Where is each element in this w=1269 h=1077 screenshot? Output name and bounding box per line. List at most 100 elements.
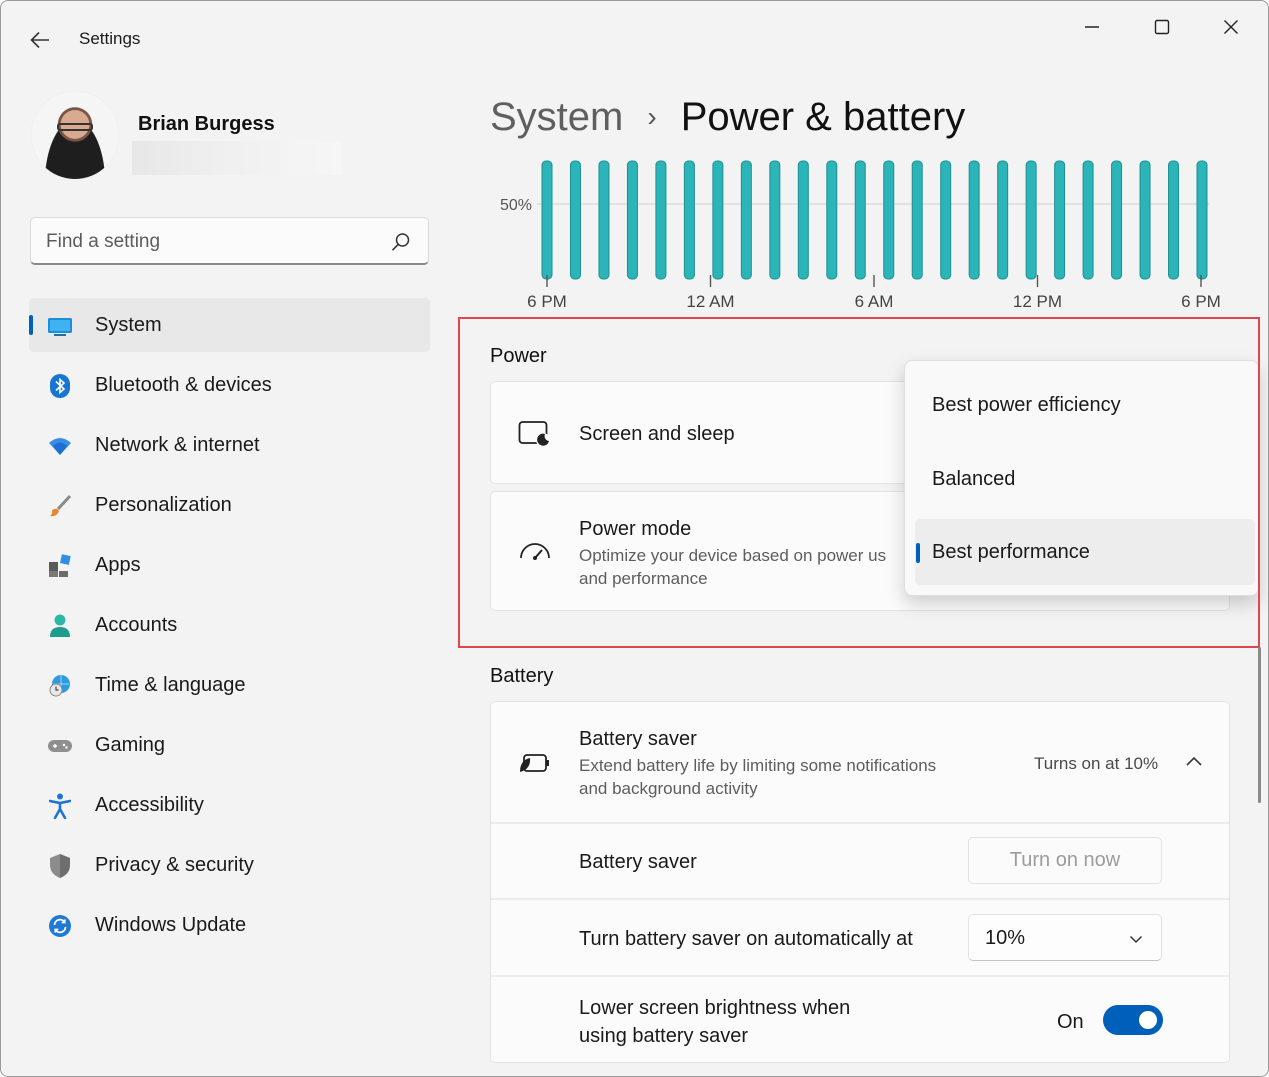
apps-icon [47, 553, 73, 579]
maximize-icon [1154, 19, 1170, 35]
x-tick-label: 12 PM [1013, 292, 1062, 311]
chart-bar [542, 161, 552, 279]
sidebar-item-label: Time & language [95, 674, 245, 697]
close-button[interactable] [1208, 11, 1254, 43]
chart-bar [684, 161, 694, 279]
sidebar-item-accessibility[interactable]: Accessibility [29, 778, 430, 832]
sidebar-item-label: Windows Update [95, 914, 246, 937]
sidebar-item-windows-update[interactable]: Windows Update [29, 898, 430, 952]
lower-brightness-label-line2: using battery saver [579, 1025, 748, 1048]
person-icon [47, 613, 73, 639]
sidebar-item-label: Accessibility [95, 794, 204, 817]
x-tick-label: 6 AM [855, 292, 894, 311]
title-bar: Settings [1, 1, 1268, 79]
breadcrumb-separator: › [647, 101, 656, 133]
sidebar-nav: System Bluetooth & devices Network & int… [29, 298, 430, 958]
sidebar-item-label: Privacy & security [95, 854, 254, 877]
maximize-button[interactable] [1139, 11, 1185, 43]
sidebar-item-privacy[interactable]: Privacy & security [29, 838, 430, 892]
sidebar-item-label: Apps [95, 554, 141, 577]
globe-clock-icon [47, 673, 73, 699]
sidebar-item-personalization[interactable]: Personalization [29, 478, 430, 532]
avatar-glasses-shape [57, 123, 93, 131]
chart-bar [741, 161, 751, 279]
minimize-icon [1084, 19, 1100, 35]
battery-usage-chart: 50% 6 PM 12 AM 6 AM 12 PM 6 PM [490, 156, 1230, 316]
shield-icon [47, 853, 73, 879]
minimize-button[interactable] [1069, 11, 1115, 43]
sidebar-item-system[interactable]: System [29, 298, 430, 352]
scrollbar[interactable] [1258, 647, 1261, 803]
profile-name: Brian Burgess [138, 113, 275, 136]
avatar[interactable] [31, 91, 119, 179]
sidebar-item-bluetooth[interactable]: Bluetooth & devices [29, 358, 430, 412]
app-title: Settings [79, 29, 140, 49]
select-value: 10% [985, 927, 1025, 950]
profile-email-redacted [132, 141, 342, 175]
sidebar-item-accounts[interactable]: Accounts [29, 598, 430, 652]
monitor-icon [47, 313, 73, 339]
chart-bar [1140, 161, 1150, 279]
chart-bar [1169, 161, 1179, 279]
chevron-down-icon [1129, 932, 1143, 946]
sidebar-item-network[interactable]: Network & internet [29, 418, 430, 472]
chart-bar [627, 161, 637, 279]
chevron-up-icon[interactable] [1185, 755, 1203, 767]
auto-threshold-label: Turn battery saver on automatically at [579, 928, 913, 951]
battery-saver-desc-line2: and background activity [579, 777, 758, 800]
back-button[interactable] [23, 23, 57, 57]
battery-saver-row-label: Battery saver [579, 851, 697, 874]
chart-bar [770, 161, 780, 279]
sidebar-item-gaming[interactable]: Gaming [29, 718, 430, 772]
chart-bar [1083, 161, 1093, 279]
bluetooth-icon [47, 373, 73, 399]
battery-saver-header[interactable]: Battery saver Extend battery life by lim… [491, 702, 1229, 822]
x-tick-label: 6 PM [1181, 292, 1221, 311]
sidebar-item-label: Gaming [95, 734, 165, 757]
search-icon[interactable] [390, 231, 412, 253]
sidebar-item-time-language[interactable]: Time & language [29, 658, 430, 712]
chart-bar [998, 161, 1008, 279]
sidebar-item-label: System [95, 314, 162, 337]
toggle-knob [1139, 1011, 1157, 1029]
battery-saver-title: Battery saver [579, 728, 697, 751]
turn-on-now-button[interactable]: Turn on now [968, 837, 1162, 884]
update-icon [47, 913, 73, 939]
x-tick-label: 12 AM [686, 292, 734, 311]
brush-icon [47, 493, 73, 519]
brightness-toggle-state: On [1057, 1011, 1084, 1034]
breadcrumb-parent[interactable]: System [490, 95, 623, 140]
chart-bar [855, 161, 865, 279]
battery-saver-icon [517, 745, 553, 781]
chart-bar [969, 161, 979, 279]
breadcrumb: System › Power & battery [490, 93, 965, 141]
chart-bar [884, 161, 894, 279]
highlight-annotation [458, 317, 1260, 648]
accessibility-icon [47, 793, 73, 819]
x-tick-label: 6 PM [527, 292, 567, 311]
battery-saver-desc-line1: Extend battery life by limiting some not… [579, 754, 936, 777]
lower-brightness-label-line1: Lower screen brightness when [579, 997, 850, 1020]
y-tick-label: 50% [500, 197, 532, 214]
page-title: Power & battery [681, 95, 966, 140]
sidebar-item-label: Personalization [95, 494, 232, 517]
chart-bar [1055, 161, 1065, 279]
settings-window: Settings Brian Burgess System [0, 0, 1269, 1077]
chart-bar [570, 161, 580, 279]
row-divider [491, 898, 1229, 900]
search-input[interactable] [46, 229, 376, 255]
sidebar-item-label: Bluetooth & devices [95, 374, 272, 397]
lower-brightness-toggle[interactable] [1103, 1005, 1163, 1035]
chart-bar [1197, 161, 1207, 279]
search-box[interactable] [30, 217, 429, 265]
row-divider [491, 975, 1229, 977]
chart-bar [1026, 161, 1036, 279]
sidebar-item-label: Network & internet [95, 434, 260, 457]
battery-threshold-select[interactable]: 10% [968, 914, 1162, 961]
sidebar-item-apps[interactable]: Apps [29, 538, 430, 592]
sidebar-item-label: Accounts [95, 614, 177, 637]
gamepad-icon [47, 733, 73, 759]
row-divider [491, 822, 1229, 824]
close-icon [1223, 19, 1239, 35]
back-arrow-icon [30, 31, 50, 49]
